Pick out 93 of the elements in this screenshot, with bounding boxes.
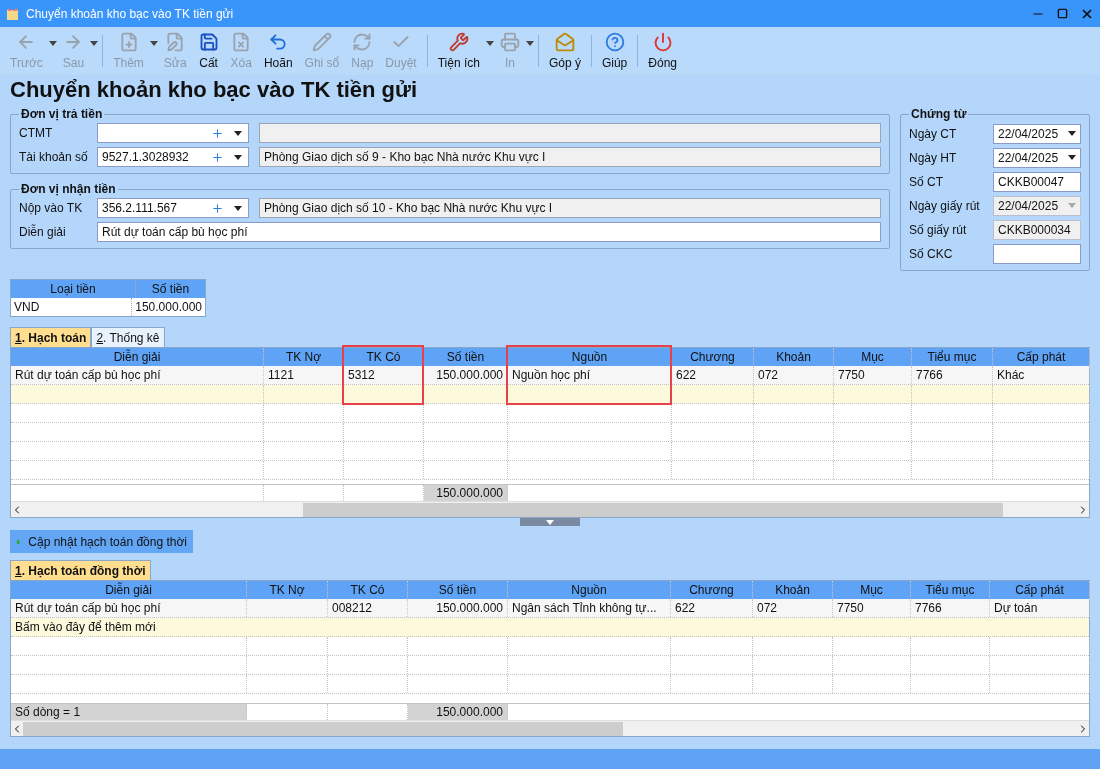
column-header: Số tiền — [150, 281, 191, 298]
toolbar-button[interactable]: Giúp — [595, 27, 634, 72]
caret-icon — [234, 130, 242, 136]
field-label: CTMT — [19, 125, 54, 142]
field-label: Diễn giải — [19, 223, 67, 241]
toolbar-button[interactable]: Đóng — [642, 27, 683, 72]
tab[interactable]: 2. Thống kê — [91, 327, 165, 347]
add-icon — [211, 201, 224, 215]
column-header: Loại tiền — [11, 280, 136, 298]
table-cell: Ngân sách Tỉnh không tự... — [508, 599, 671, 617]
table-cell: 622 — [671, 599, 753, 617]
toolbar-icon — [448, 32, 469, 52]
table-cell: 008212 — [328, 599, 408, 617]
caret-icon — [1068, 203, 1076, 208]
tab[interactable]: 1. Hạch toán — [10, 327, 92, 347]
toolbar-icon — [118, 32, 139, 52]
toolbar-icon — [311, 32, 332, 52]
table-cell: 150.000.000 — [408, 599, 508, 617]
field-label: Ngày HT — [909, 149, 957, 167]
table-cell: 072 — [753, 599, 833, 617]
app-icon — [6, 6, 20, 21]
field-label: Số CKC — [909, 245, 953, 263]
new-row-hint[interactable]: Bấm vào đây để thêm mới — [11, 618, 160, 636]
toolbar-button[interactable]: Cất — [192, 27, 225, 72]
table-cell: 7766 — [911, 599, 990, 617]
toolbar-icon — [604, 32, 625, 52]
account-combo[interactable]: 356.2.111.567 — [97, 198, 249, 218]
text-field[interactable]: CKKB00047 — [993, 171, 1081, 192]
caret-icon — [1068, 131, 1076, 136]
table-cell: 5312 — [344, 366, 424, 384]
toolbar-button[interactable]: Góp ý — [542, 27, 587, 72]
toolbar-icon — [352, 32, 373, 52]
date-field[interactable]: 22/04/2025 — [993, 147, 1081, 168]
table-cell: Nguồn học phí — [508, 366, 672, 384]
caret-icon — [485, 41, 494, 46]
horizontal-scrollbar[interactable] — [11, 720, 1089, 736]
name-field: Phòng Giao dịch số 10 - Kho bạc Nhà nước Khu vực I — [259, 198, 881, 218]
description-field[interactable]: Rút dự toán cấp bù học phí — [97, 222, 881, 242]
field-label: Số giấy rút — [909, 221, 967, 239]
tab[interactable]: 1. Hạch toán đồng thời — [10, 560, 151, 580]
caret-icon — [48, 41, 57, 46]
field-label: Số CT — [909, 173, 943, 191]
toolbar-button[interactable]: Hoãn — [257, 27, 299, 72]
table-cell: 622 — [672, 366, 754, 384]
caret-icon — [149, 41, 158, 46]
table-cell: Rút dự toán cấp bù học phí — [11, 366, 264, 384]
date-field[interactable]: 22/04/2025 — [993, 123, 1081, 144]
table-cell: 7750 — [833, 599, 911, 617]
add-icon — [211, 126, 224, 140]
account-combo[interactable]: 9527.1.3028932 — [97, 147, 249, 167]
dropdown-arrow[interactable] — [485, 41, 494, 46]
text-field[interactable] — [993, 243, 1081, 264]
caret-icon — [1068, 155, 1076, 160]
table-cell-text: 150.000.000 — [134, 299, 203, 316]
page-title: Chuyển khoản kho bạc vào TK tiền gửi — [9, 76, 419, 104]
toolbar-icon — [165, 32, 186, 52]
row-count-cell: Số dòng = 1 — [11, 704, 247, 720]
caret-icon — [234, 154, 242, 160]
window-title: Chuyển khoản kho bạc vào TK tiền gửi — [26, 5, 235, 23]
total-cell: 150.000.000 — [424, 485, 508, 501]
total-cell: 150.000.000 — [408, 704, 508, 720]
add-icon — [211, 150, 224, 164]
table-cell: 1121 — [264, 366, 344, 384]
update-button[interactable]: Cập nhật hạch toán đồng thời — [10, 530, 193, 553]
toolbar-button[interactable]: Tiện ích — [431, 27, 486, 72]
caret-icon — [90, 41, 99, 46]
group-title: Chứng từ — [910, 106, 968, 123]
table-cell: 072 — [754, 366, 834, 384]
toolbar-icon — [554, 32, 575, 52]
toolbar-icon — [499, 32, 520, 52]
table-cell: Khác — [993, 366, 1090, 384]
field-label: Ngày CT — [909, 125, 957, 143]
table-cell: Rút dự toán cấp bù học phí — [11, 599, 247, 617]
horizontal-scrollbar[interactable] — [11, 501, 1089, 517]
account-combo[interactable] — [97, 123, 249, 143]
toolbar-icon — [652, 32, 673, 52]
maximize-icon[interactable] — [1057, 8, 1068, 19]
table-cell: 150.000.000 — [424, 366, 508, 384]
table-cell: VND — [11, 298, 133, 316]
toolbar-icon — [198, 32, 219, 52]
caret-icon — [525, 41, 534, 46]
table-cell: 7766 — [912, 366, 993, 384]
table-cell: Dự toán — [990, 599, 1090, 617]
group-title: Đơn vị nhận tiền — [20, 181, 117, 198]
table-cell: 7750 — [834, 366, 912, 384]
splitter-handle[interactable] — [520, 518, 580, 526]
field-label: Tài khoản số — [19, 149, 89, 166]
group-title: Đơn vị trả tiền — [20, 106, 104, 123]
field-label: Nộp vào TK — [19, 200, 84, 217]
toolbar-icon — [231, 32, 252, 52]
name-field: Phòng Giao dịch số 9 - Kho bạc Nhà nước Khu vực I — [259, 147, 881, 167]
field-label: Ngày giấy rút — [909, 197, 980, 215]
caret-icon — [234, 205, 242, 211]
